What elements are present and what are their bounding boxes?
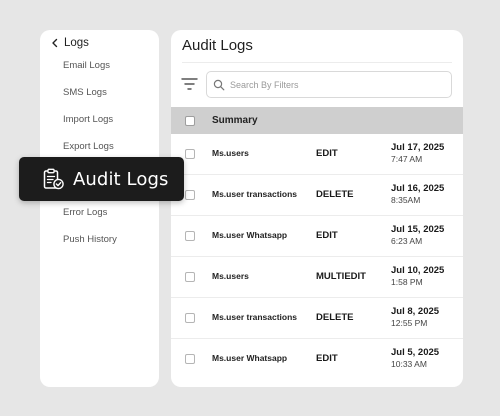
table-row[interactable]: Ms.user transactions DELETE Jul 16, 2025… <box>171 175 463 216</box>
table-row[interactable]: Ms.user Whatsapp EDIT Jul 5, 2025 10:33 … <box>171 339 463 380</box>
sidebar-item-email-logs[interactable]: Email Logs <box>63 60 110 71</box>
sidebar-item-import-logs[interactable]: Import Logs <box>63 114 113 125</box>
select-all-checkbox[interactable] <box>185 115 195 126</box>
row-date: Jul 5, 2025 <box>391 347 440 358</box>
row-action: EDIT <box>316 230 338 241</box>
back-label: Logs <box>64 37 89 49</box>
row-summary: Ms.users <box>212 271 249 281</box>
title-divider <box>182 62 452 63</box>
table-row[interactable]: Ms.user transactions DELETE Jul 8, 2025 … <box>171 298 463 339</box>
table-header: Summary <box>171 107 463 134</box>
row-action: DELETE <box>316 312 354 323</box>
row-checkbox[interactable] <box>185 272 195 282</box>
row-summary: Ms.user transactions <box>212 189 298 199</box>
audit-logs-label: Audit Logs <box>73 168 169 190</box>
sidebar-item-sms-logs[interactable]: SMS Logs <box>63 87 107 98</box>
row-date: Jul 15, 2025 <box>391 224 445 235</box>
table-row[interactable]: Ms.users EDIT Jul 17, 2025 7:47 AM <box>171 134 463 175</box>
search-input[interactable] <box>230 79 430 90</box>
row-checkbox[interactable] <box>185 149 195 159</box>
row-date: Jul 10, 2025 <box>391 265 445 276</box>
row-summary: Ms.user Whatsapp <box>212 353 288 363</box>
sidebar-item-error-logs[interactable]: Error Logs <box>63 207 107 218</box>
row-summary: Ms.users <box>212 148 249 158</box>
table-row[interactable]: Ms.user Whatsapp EDIT Jul 15, 2025 6:23 … <box>171 216 463 257</box>
row-action: EDIT <box>316 148 338 159</box>
back-to-logs-link[interactable]: Logs <box>49 37 89 49</box>
search-icon <box>213 79 225 90</box>
row-time: 1:58 PM <box>391 277 423 287</box>
row-time: 7:47 AM <box>391 154 423 164</box>
chevron-left-icon <box>52 38 58 48</box>
row-action: MULTIEDIT <box>316 271 366 282</box>
row-summary: Ms.user Whatsapp <box>212 230 288 240</box>
row-date: Jul 17, 2025 <box>391 142 445 153</box>
sidebar-item-push-history[interactable]: Push History <box>63 234 117 245</box>
row-action: EDIT <box>316 353 338 364</box>
sidebar: Logs Email Logs SMS Logs Import Logs Exp… <box>40 30 159 387</box>
row-checkbox[interactable] <box>185 231 195 241</box>
row-time: 6:23 AM <box>391 236 423 246</box>
row-time: 10:33 AM <box>391 359 427 369</box>
page-title: Audit Logs <box>182 37 253 54</box>
row-checkbox[interactable] <box>185 354 195 364</box>
clipboard-check-icon <box>43 168 64 190</box>
table-body: Ms.users EDIT Jul 17, 2025 7:47 AM Ms.us… <box>171 134 463 380</box>
row-action: DELETE <box>316 189 354 200</box>
row-date: Jul 8, 2025 <box>391 306 440 317</box>
row-summary: Ms.user transactions <box>212 312 298 322</box>
sidebar-item-export-logs[interactable]: Export Logs <box>63 141 114 152</box>
search-box[interactable] <box>206 71 452 98</box>
summary-column-header: Summary <box>212 115 258 126</box>
row-time: 8:35AM <box>391 195 421 205</box>
row-time: 12:55 PM <box>391 318 428 328</box>
row-checkbox[interactable] <box>185 313 195 323</box>
filter-icon[interactable] <box>181 77 198 91</box>
row-date: Jul 16, 2025 <box>391 183 445 194</box>
table-row[interactable]: Ms.users MULTIEDIT Jul 10, 2025 1:58 PM <box>171 257 463 298</box>
audit-logs-panel: Audit Logs Summary Ms.users EDIT Jul 17,… <box>171 30 463 387</box>
sidebar-item-audit-logs[interactable]: Audit Logs <box>19 157 184 201</box>
row-checkbox[interactable] <box>185 190 195 200</box>
